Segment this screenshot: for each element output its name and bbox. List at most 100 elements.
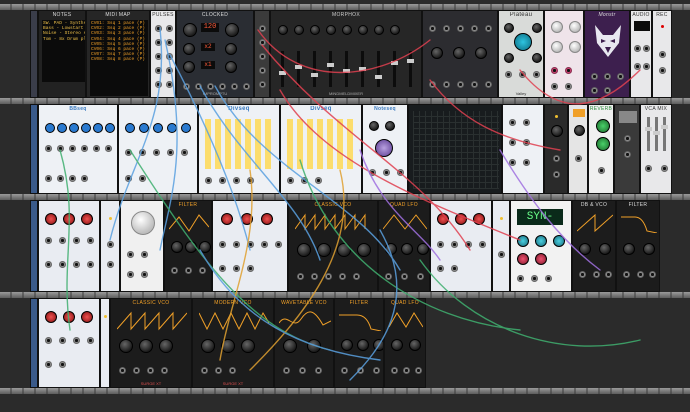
jack[interactable]: [45, 337, 52, 344]
jack[interactable]: [125, 149, 132, 156]
jack[interactable]: [593, 271, 600, 278]
knob[interactable]: [373, 339, 383, 351]
jack[interactable]: [259, 53, 266, 60]
jack[interactable]: [219, 241, 226, 248]
jack[interactable]: [297, 273, 304, 280]
knob[interactable]: [45, 123, 55, 133]
jack[interactable]: [69, 145, 76, 152]
knob[interactable]: [119, 339, 133, 353]
knob[interactable]: [183, 23, 197, 37]
jack[interactable]: [45, 175, 52, 182]
jack[interactable]: [533, 71, 540, 78]
jack[interactable]: [141, 251, 148, 258]
jack[interactable]: [391, 367, 398, 374]
knob[interactable]: [63, 311, 75, 323]
knob[interactable]: [317, 243, 331, 257]
channel-fader[interactable]: [391, 51, 398, 87]
knob[interactable]: [357, 243, 371, 257]
channel-fader[interactable]: [279, 51, 286, 87]
jack[interactable]: [155, 39, 162, 46]
jack[interactable]: [624, 151, 631, 158]
jack[interactable]: [397, 169, 404, 176]
jack[interactable]: [231, 83, 238, 90]
jack[interactable]: [373, 367, 380, 374]
jack[interactable]: [591, 87, 598, 94]
channel-fader[interactable]: [311, 51, 318, 87]
jack[interactable]: [283, 367, 290, 374]
knob[interactable]: [553, 235, 565, 247]
jack[interactable]: [57, 145, 64, 152]
jack[interactable]: [73, 337, 80, 344]
jack[interactable]: [498, 251, 505, 258]
jack[interactable]: [311, 273, 318, 280]
jack[interactable]: [59, 237, 66, 244]
jack[interactable]: [93, 145, 100, 152]
jack[interactable]: [385, 273, 392, 280]
knob[interactable]: [643, 243, 655, 255]
step-grid[interactable]: [205, 119, 275, 169]
jack[interactable]: [87, 237, 94, 244]
knob[interactable]: [504, 23, 514, 33]
knob[interactable]: [105, 123, 115, 133]
jack[interactable]: [523, 159, 530, 166]
jack[interactable]: [127, 271, 134, 278]
jack[interactable]: [259, 25, 266, 32]
knob[interactable]: [153, 123, 163, 133]
knob[interactable]: [181, 123, 191, 133]
knob[interactable]: [473, 213, 485, 225]
jack[interactable]: [457, 25, 464, 32]
knob[interactable]: [183, 61, 195, 73]
channel-fader[interactable]: [375, 51, 382, 87]
knob[interactable]: [596, 137, 610, 151]
jack[interactable]: [155, 53, 162, 60]
jack[interactable]: [649, 271, 656, 278]
jack[interactable]: [259, 67, 266, 74]
jack[interactable]: [45, 361, 52, 368]
jack[interactable]: [471, 25, 478, 32]
knob[interactable]: [167, 123, 177, 133]
channel-fader[interactable]: [661, 117, 668, 151]
jack[interactable]: [315, 367, 322, 374]
jack[interactable]: [166, 53, 173, 60]
jack[interactable]: [139, 149, 146, 156]
knob[interactable]: [514, 33, 532, 51]
knob[interactable]: [551, 41, 563, 53]
jack[interactable]: [415, 367, 422, 374]
jack[interactable]: [575, 155, 582, 162]
jack[interactable]: [299, 367, 306, 374]
channel-fader[interactable]: [295, 51, 302, 87]
master-fader[interactable]: [407, 51, 414, 87]
jack[interactable]: [315, 177, 322, 184]
jack[interactable]: [166, 39, 173, 46]
jack[interactable]: [105, 145, 112, 152]
knob[interactable]: [159, 339, 173, 353]
jack[interactable]: [339, 273, 346, 280]
knob[interactable]: [81, 123, 91, 133]
jack[interactable]: [301, 177, 308, 184]
knob[interactable]: [453, 47, 465, 59]
knob[interactable]: [261, 213, 273, 225]
jack[interactable]: [107, 241, 114, 248]
knob[interactable]: [225, 43, 237, 55]
knob[interactable]: [504, 53, 514, 63]
jack[interactable]: [519, 71, 526, 78]
jack[interactable]: [219, 265, 226, 272]
jack[interactable]: [637, 271, 644, 278]
jack[interactable]: [219, 177, 226, 184]
knob[interactable]: [599, 243, 611, 255]
jack[interactable]: [623, 271, 630, 278]
knob[interactable]: [139, 123, 149, 133]
knob[interactable]: [131, 211, 155, 235]
step-grid[interactable]: [287, 119, 357, 169]
jack[interactable]: [517, 275, 524, 282]
jack[interactable]: [81, 175, 88, 182]
knob[interactable]: [241, 339, 255, 353]
jack[interactable]: [261, 241, 268, 248]
jack[interactable]: [73, 237, 80, 244]
jack[interactable]: [139, 175, 146, 182]
knob[interactable]: [357, 339, 369, 351]
knob[interactable]: [278, 25, 288, 35]
knob[interactable]: [183, 43, 195, 55]
knob[interactable]: [517, 253, 529, 265]
knob[interactable]: [535, 235, 547, 247]
